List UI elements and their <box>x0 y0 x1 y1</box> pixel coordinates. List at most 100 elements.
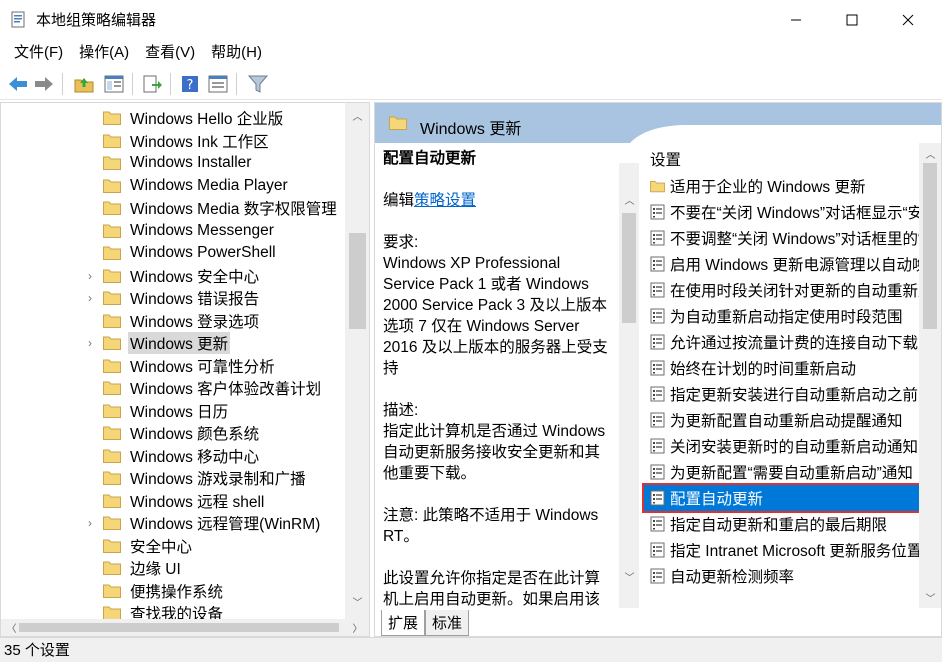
scroll-down-icon[interactable]: ﹀ <box>922 589 939 606</box>
description-label: 描述: <box>383 402 419 419</box>
setting-row[interactable]: 为自动重新启动指定使用时段范围 <box>644 303 926 329</box>
scroll-down-icon[interactable]: ﹀ <box>349 593 366 610</box>
properties-button[interactable] <box>206 72 230 96</box>
up-folder-button[interactable] <box>72 72 96 96</box>
scroll-down-icon[interactable]: ﹀ <box>621 568 638 585</box>
folder-icon <box>103 156 121 170</box>
tree-item-label: Windows 登录选项 <box>130 313 260 331</box>
scroll-up-icon[interactable]: ︿ <box>922 145 939 162</box>
folder-icon <box>103 494 121 508</box>
tree-item[interactable]: Windows Ink 工作区 <box>1 130 346 153</box>
setting-row[interactable]: 为更新配置“需要自动重新启动”通知 <box>644 459 926 485</box>
menu-view[interactable]: 查看(V) <box>137 39 203 67</box>
tree-pane[interactable]: Windows Hello 企业版 Windows Ink 工作区 Windows … <box>0 102 370 637</box>
settings-scroll-thumb[interactable] <box>923 163 937 329</box>
scroll-right-icon[interactable]: 〉 <box>349 619 366 636</box>
filter-button[interactable] <box>246 72 270 96</box>
tree-item[interactable]: Windows 远程 shell <box>1 490 346 513</box>
tree-item-label: Windows Installer <box>130 154 252 172</box>
tree-item[interactable]: Windows Hello 企业版 <box>1 107 346 130</box>
description-scroll-thumb[interactable] <box>622 213 636 323</box>
setting-row[interactable]: 始终在计划的时间重新启动 <box>644 355 926 381</box>
setting-row[interactable]: 允许通过按流量计费的连接自动下载更新 <box>644 329 926 355</box>
tree-hscrollbar[interactable]: 〈 〉 <box>1 619 369 636</box>
scroll-left-icon[interactable]: 〈 <box>3 619 20 636</box>
setting-row[interactable]: 指定更新安装进行自动重新启动之前的期限 <box>644 381 926 407</box>
scroll-up-icon[interactable]: ︿ <box>621 191 638 208</box>
setting-row[interactable]: 不要在“关闭 Windows”对话框显示“安装 <box>644 199 926 225</box>
tree-item[interactable]: Windows 日历 <box>1 400 346 423</box>
description-scrollbar[interactable]: ︿ ﹀ <box>619 163 639 608</box>
setting-row[interactable]: 为更新配置自动重新启动提醒通知 <box>644 407 926 433</box>
setting-row[interactable]: 不要调整“关闭 Windows”对话框里的“安 <box>644 225 926 251</box>
tree-item[interactable]: Windows 游戏录制和广播 <box>1 467 346 490</box>
tree-item[interactable]: Windows Installer <box>1 152 346 175</box>
maximize-button[interactable] <box>829 0 875 39</box>
tree-item-label: Windows PowerShell <box>130 244 276 262</box>
folder-icon <box>103 449 121 463</box>
tree-item[interactable]: 便携操作系统 <box>1 580 346 603</box>
tree-item[interactable]: Windows Messenger <box>1 220 346 243</box>
tree-item[interactable]: › Windows 更新 <box>1 332 346 355</box>
tree-item-label: Windows 颜色系统 <box>130 426 260 444</box>
close-button[interactable] <box>885 0 931 39</box>
chevron-right-icon[interactable]: › <box>84 336 96 350</box>
tree-item[interactable]: Windows 颜色系统 <box>1 422 346 445</box>
chevron-right-icon[interactable]: › <box>84 516 96 530</box>
setting-row[interactable]: 指定自动更新和重启的最后期限 <box>644 511 926 537</box>
menu-action[interactable]: 操作(A) <box>71 39 137 67</box>
menu-bar: 文件(F) 操作(A) 查看(V) 帮助(H) <box>0 39 942 67</box>
setting-row[interactable]: 指定 Intranet Microsoft 更新服务位置 <box>644 537 926 563</box>
help-button[interactable]: ? <box>178 72 202 96</box>
view-tabs: 扩展 标准 <box>381 610 470 636</box>
tree-item-label: Windows 移动中心 <box>130 448 260 466</box>
folder-icon <box>103 314 121 328</box>
setting-row[interactable]: 适用于企业的 Windows 更新 <box>644 173 926 199</box>
scroll-up-icon[interactable]: ︿ <box>349 107 366 124</box>
tree-item[interactable]: Windows Media 数字权限管理 <box>1 197 346 220</box>
tree-scroll-thumb[interactable] <box>349 233 366 329</box>
show-hide-tree-button[interactable] <box>102 72 126 96</box>
tab-standard[interactable]: 标准 <box>425 610 470 636</box>
chevron-right-icon[interactable]: › <box>84 269 96 283</box>
menu-file[interactable]: 文件(F) <box>6 39 71 67</box>
setting-row[interactable]: 在使用时段关闭针对更新的自动重新启动 <box>644 277 926 303</box>
tree-item[interactable]: Windows 可靠性分析 <box>1 355 346 378</box>
policy-setting-icon <box>650 386 665 402</box>
back-button[interactable] <box>6 72 30 96</box>
minimize-button[interactable] <box>773 0 819 39</box>
settings-scrollbar[interactable]: ︿ ﹀ <box>919 143 941 608</box>
tree-item[interactable]: 安全中心 <box>1 535 346 558</box>
more-text: 此设置允许你指定是否在此计算机上启用自动更新。如果启用该服 <box>383 570 601 608</box>
setting-row[interactable]: 配置自动更新 <box>642 483 926 513</box>
tree-hscroll-thumb[interactable] <box>19 623 339 632</box>
folder-icon <box>103 291 121 305</box>
export-list-button[interactable] <box>140 72 164 96</box>
tree-item[interactable]: Windows Media Player <box>1 175 346 198</box>
tree-item[interactable]: › Windows 远程管理(WinRM) <box>1 512 346 535</box>
tree-item[interactable]: Windows 客户体验改善计划 <box>1 377 346 400</box>
forward-button[interactable] <box>32 72 56 96</box>
setting-row[interactable]: 启用 Windows 更新电源管理以自动唤醒 <box>644 251 926 277</box>
settings-column-header[interactable]: 设置 <box>650 148 681 170</box>
edit-policy-link[interactable]: 策略设置 <box>414 192 476 209</box>
tree-item-label: 安全中心 <box>130 538 193 556</box>
tree-item[interactable]: 边缘 UI <box>1 557 346 580</box>
tree-item[interactable]: › Windows 安全中心 <box>1 265 346 288</box>
tree-item[interactable]: Windows PowerShell <box>1 242 346 265</box>
folder-icon <box>103 584 121 598</box>
tree-item-label: Windows 游戏录制和广播 <box>130 471 306 489</box>
tree-item-label: Windows Messenger <box>130 221 274 239</box>
setting-row[interactable]: 自动更新检测频率 <box>644 563 926 589</box>
tree-item[interactable]: › Windows 错误报告 <box>1 287 346 310</box>
tree-scrollbar[interactable]: ︿ ﹀ <box>345 103 369 619</box>
minimize-icon <box>791 19 801 20</box>
menu-help[interactable]: 帮助(H) <box>203 39 270 67</box>
tree-item[interactable]: Windows 登录选项 <box>1 310 346 333</box>
tab-extended[interactable]: 扩展 <box>381 610 426 636</box>
chevron-right-icon[interactable]: › <box>84 291 96 305</box>
folder-icon <box>103 224 121 238</box>
tree-item[interactable]: Windows 移动中心 <box>1 445 346 468</box>
setting-row[interactable]: 关闭安装更新时的自动重新启动通知 <box>644 433 926 459</box>
folder-icon <box>103 539 121 553</box>
